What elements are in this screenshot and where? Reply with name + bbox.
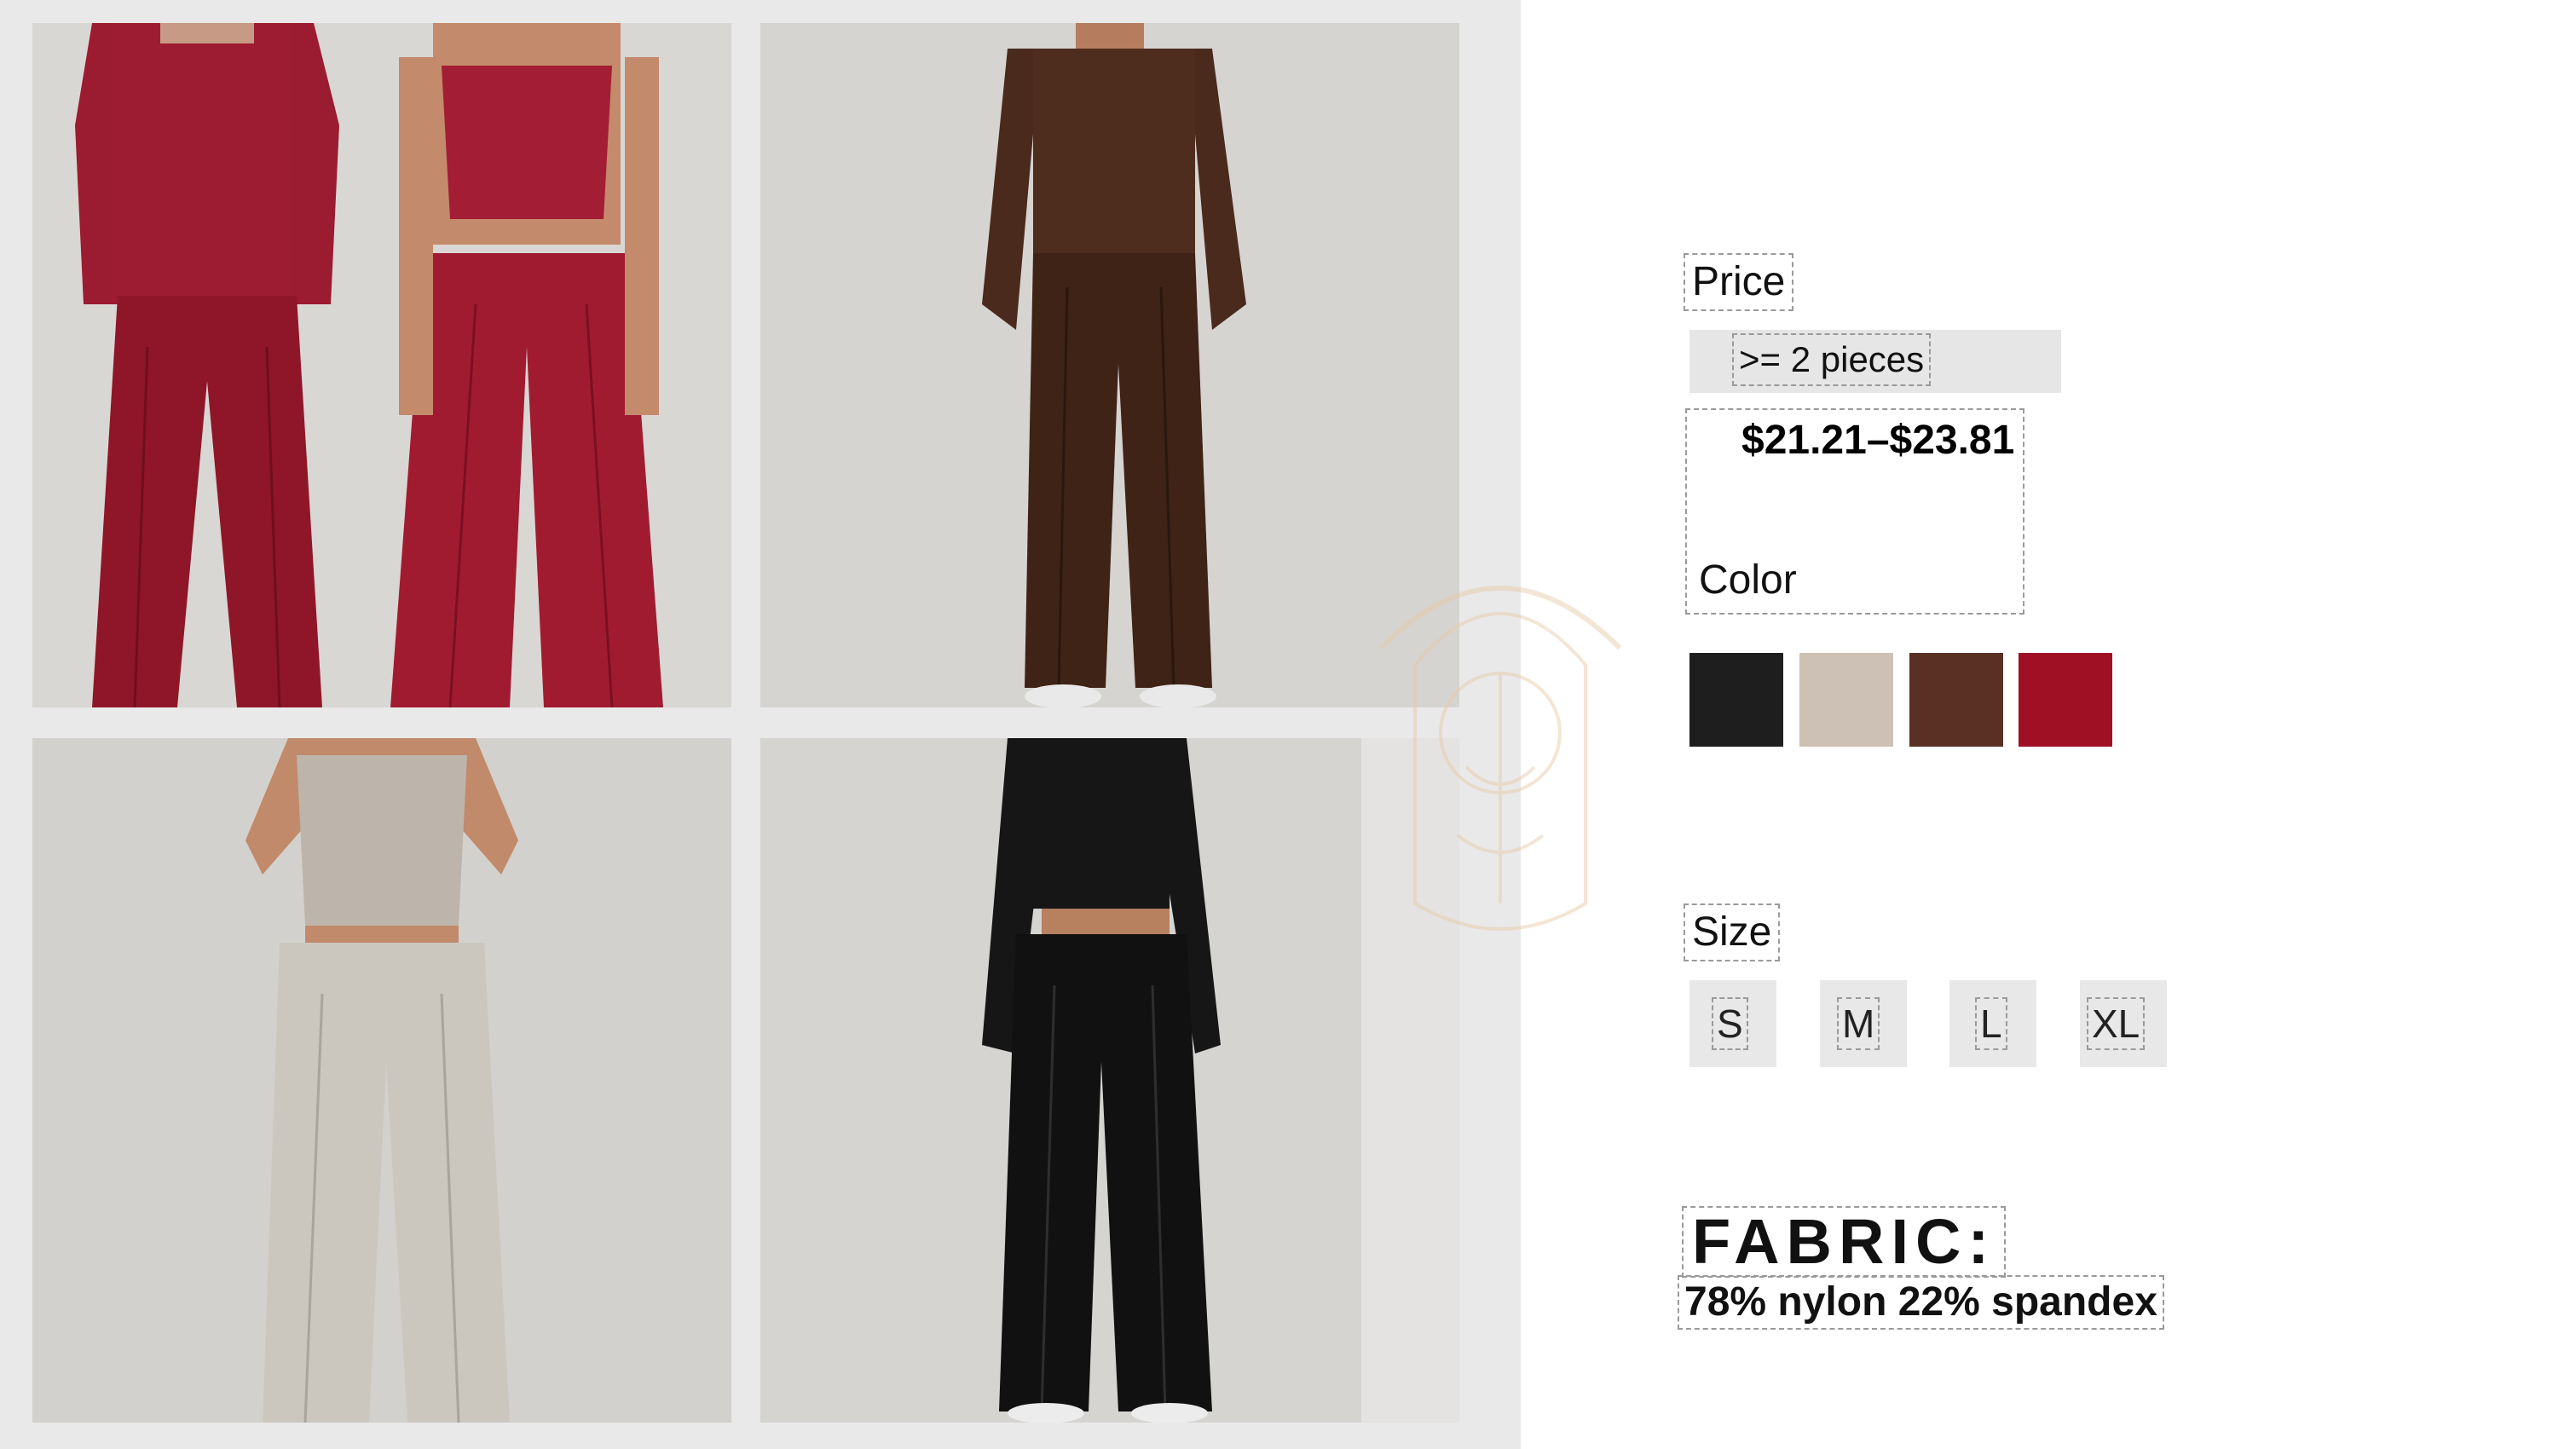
size-option-s[interactable]: S	[1689, 980, 1776, 1067]
fabric-composition: 78% nylon 22% spandex	[1678, 1275, 2164, 1330]
product-photo-black[interactable]	[760, 738, 1459, 1423]
price-range: $21.21–$23.81	[1741, 418, 2015, 463]
size-option-label: S	[1712, 997, 1748, 1050]
price-label: Price	[1684, 253, 1794, 311]
color-swatch-brown[interactable]	[1909, 653, 2003, 747]
color-swatch-wine-red[interactable]	[2019, 653, 2112, 747]
color-swatch-beige[interactable]	[1799, 653, 1893, 747]
size-label: Size	[1684, 903, 1781, 961]
size-option-m[interactable]: M	[1820, 980, 1907, 1067]
size-option-label: M	[1837, 997, 1880, 1050]
fabric-title: FABRIC:	[1682, 1206, 2007, 1278]
product-photo-wine-red[interactable]	[32, 23, 731, 707]
price-tier-label: >= 2 pieces	[1732, 333, 1932, 386]
size-option-l[interactable]: L	[1949, 980, 2036, 1067]
product-photo-light-gray[interactable]	[32, 738, 731, 1423]
brand-watermark-emblem	[1355, 546, 1645, 972]
color-swatch-black[interactable]	[1689, 653, 1783, 747]
size-option-label: XL	[2087, 997, 2146, 1050]
size-option-label: L	[1975, 997, 2007, 1050]
product-photo-brown[interactable]	[760, 23, 1459, 707]
size-option-xl[interactable]: XL	[2080, 980, 2167, 1067]
price-and-color-block: $21.21–$23.81 Color	[1685, 408, 2024, 615]
color-label: Color	[1699, 557, 1797, 603]
